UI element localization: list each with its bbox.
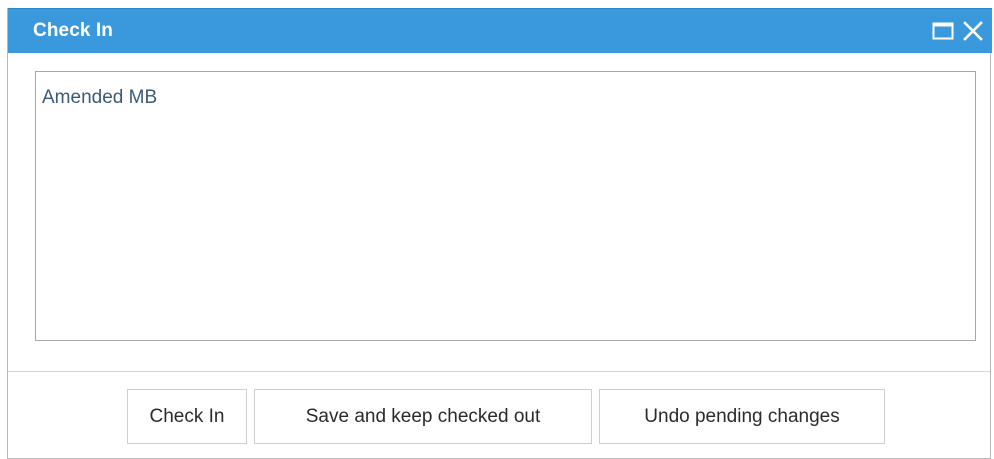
dialog-titlebar[interactable]: Check In <box>8 8 992 53</box>
dialog-title: Check In <box>33 20 113 41</box>
check-in-button[interactable]: Check In <box>127 389 247 444</box>
comment-textarea-container: Amended MB <box>35 71 976 341</box>
undo-pending-changes-button[interactable]: Undo pending changes <box>599 389 885 444</box>
check-in-comment-textarea[interactable]: Amended MB <box>36 72 975 340</box>
maximize-icon[interactable] <box>931 19 955 43</box>
check-in-dialog: Check In Amended MB Check In Save and ke… <box>7 8 992 459</box>
close-icon[interactable] <box>961 19 985 43</box>
footer-divider <box>8 371 990 372</box>
save-and-keep-checked-out-button[interactable]: Save and keep checked out <box>254 389 592 444</box>
